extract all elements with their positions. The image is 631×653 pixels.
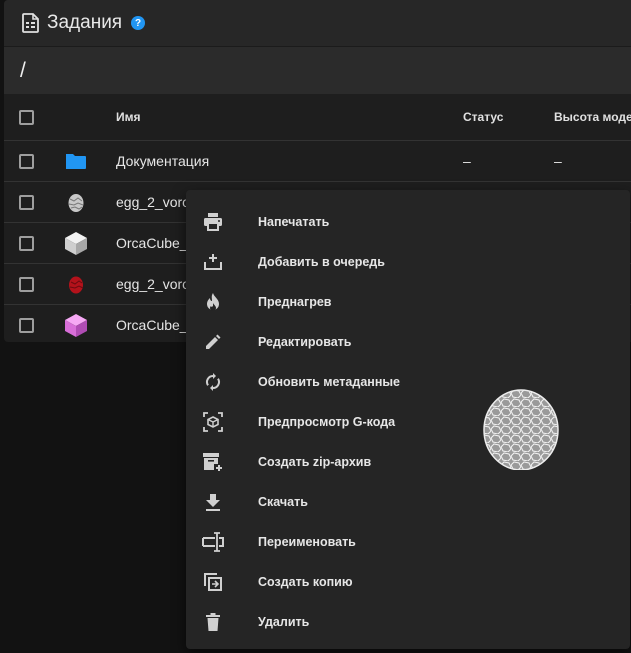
download-icon (202, 491, 224, 513)
menu-item-label: Редактировать (258, 335, 352, 349)
menu-item-delete[interactable]: Удалить (186, 602, 476, 642)
table-row[interactable]: Документация – – (4, 141, 631, 182)
select-all-checkbox[interactable] (19, 109, 34, 125)
menu-item-refresh-metadata[interactable]: Обновить метаданные (186, 362, 476, 402)
table-header: Имя Статус Высота модели (4, 94, 631, 141)
page-title: Задания (47, 12, 123, 33)
file-status: – (463, 153, 471, 169)
row-checkbox[interactable] (19, 317, 34, 333)
menu-item-create-zip[interactable]: Создать zip-архив (186, 442, 476, 482)
menu-item-preheat[interactable]: Преднагрев (186, 282, 476, 322)
menu-item-label: Обновить метаданные (258, 375, 400, 389)
file-document-icon (22, 13, 39, 33)
cube-white-thumbnail (62, 229, 90, 257)
menu-item-label: Скачать (258, 495, 308, 509)
row-checkbox[interactable] (19, 235, 34, 251)
egg-voronoi-preview (483, 389, 559, 470)
panel-header: Задания ? (4, 0, 631, 46)
menu-item-label: Переименовать (258, 535, 356, 549)
archive-plus-icon (202, 451, 224, 473)
row-checkbox[interactable] (19, 194, 34, 210)
column-header-name[interactable]: Имя (116, 110, 141, 124)
menu-item-label: Создать zip-архив (258, 455, 372, 469)
menu-item-label: Напечатать (258, 215, 330, 229)
file-name: Документация (116, 153, 210, 169)
content-copy-icon (202, 571, 224, 593)
menu-item-label: Добавить в очередь (258, 255, 385, 269)
column-header-height[interactable]: Высота модели (554, 110, 631, 124)
menu-item-download[interactable]: Скачать (186, 482, 476, 522)
folder-icon (62, 147, 90, 175)
row-checkbox[interactable] (19, 276, 34, 292)
cube-scan-icon (202, 411, 224, 433)
egg-white-thumbnail (62, 188, 90, 216)
refresh-icon (202, 371, 224, 393)
egg-red-thumbnail (62, 270, 90, 298)
delete-icon (202, 611, 224, 633)
menu-item-print[interactable]: Напечатать (186, 202, 476, 242)
pencil-icon (202, 331, 224, 353)
menu-item-edit[interactable]: Редактировать (186, 322, 476, 362)
menu-item-label: Предпросмотр G-кода (258, 415, 396, 429)
row-checkbox[interactable] (19, 153, 34, 169)
menu-item-add-to-queue[interactable]: Добавить в очередь (186, 242, 476, 282)
column-header-status[interactable]: Статус (463, 110, 503, 124)
cube-pink-thumbnail (62, 311, 90, 339)
menu-item-label: Создать копию (258, 575, 353, 589)
tray-plus-icon (202, 251, 224, 273)
menu-item-duplicate[interactable]: Создать копию (186, 562, 476, 602)
menu-item-label: Преднагрев (258, 295, 332, 309)
current-path: / (20, 58, 26, 82)
menu-item-label: Удалить (258, 615, 310, 629)
context-menu: Напечатать Добавить в очередь Преднагрев… (186, 190, 630, 649)
menu-item-gcode-preview[interactable]: Предпросмотр G-кода (186, 402, 476, 442)
menu-item-rename[interactable]: Переименовать (186, 522, 476, 562)
help-circle-icon[interactable]: ? (131, 16, 146, 30)
printer-icon (202, 211, 224, 233)
file-height: – (554, 153, 562, 169)
fire-icon (202, 291, 224, 313)
rename-icon (202, 531, 224, 553)
breadcrumb: / (4, 46, 631, 94)
